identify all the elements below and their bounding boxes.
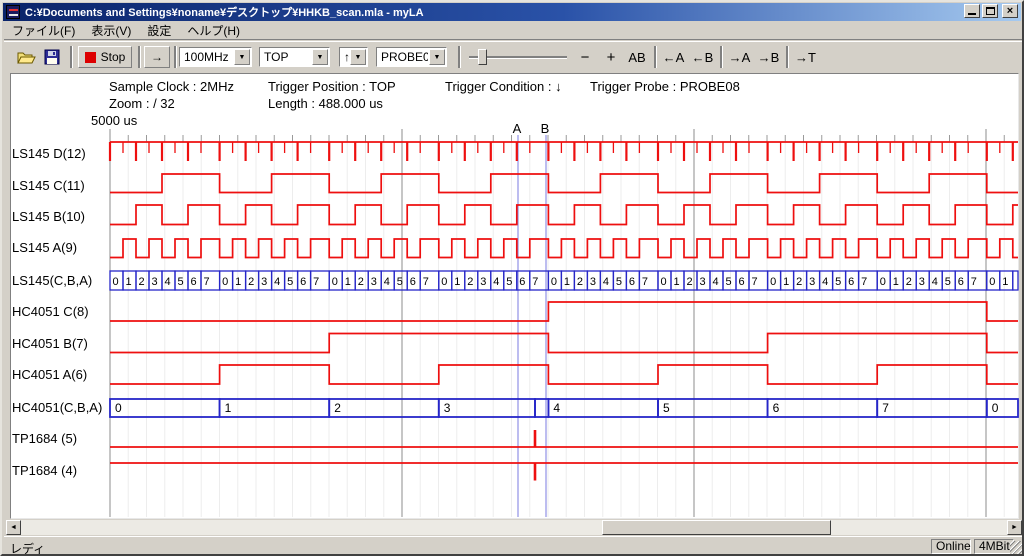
svg-text:4: 4	[932, 276, 938, 288]
horizontal-scrollbar[interactable]: ◄ ►	[6, 520, 1022, 535]
svg-text:6: 6	[773, 401, 780, 415]
svg-text:0: 0	[222, 276, 228, 288]
app-window: C:¥Documents and Settings¥noname¥デスクトップ¥…	[0, 0, 1024, 556]
svg-text:0: 0	[551, 276, 557, 288]
svg-text:1: 1	[564, 276, 570, 288]
svg-text:2: 2	[796, 276, 802, 288]
scroll-right-button[interactable]: ►	[1007, 520, 1022, 535]
svg-text:6: 6	[300, 276, 306, 288]
svg-text:7: 7	[204, 276, 210, 288]
svg-text:1: 1	[225, 401, 232, 415]
svg-text:4: 4	[384, 276, 390, 288]
scroll-left-icon: ◄	[10, 524, 17, 531]
svg-text:4: 4	[553, 401, 560, 415]
scroll-right-icon: ►	[1011, 524, 1018, 531]
svg-text:A: A	[513, 121, 522, 136]
resize-grip[interactable]	[1010, 541, 1023, 554]
svg-text:7: 7	[423, 276, 429, 288]
svg-text:6: 6	[848, 276, 854, 288]
svg-text:2: 2	[577, 276, 583, 288]
svg-text:0: 0	[441, 276, 447, 288]
svg-text:5: 5	[726, 276, 732, 288]
svg-text:2: 2	[467, 276, 473, 288]
status-bar: レディ Online 4MBit	[4, 536, 1024, 555]
svg-text:2: 2	[906, 276, 912, 288]
svg-text:5: 5	[945, 276, 951, 288]
svg-text:1: 1	[674, 276, 680, 288]
svg-text:6: 6	[958, 276, 964, 288]
waveform-plot[interactable]: AB01234567012345670123456701234567012345…	[2, 2, 1024, 556]
svg-text:2: 2	[139, 276, 145, 288]
svg-text:5: 5	[287, 276, 293, 288]
status-memory-indicator: 4MBit	[974, 539, 1014, 554]
svg-text:4: 4	[603, 276, 609, 288]
svg-text:5: 5	[835, 276, 841, 288]
svg-text:5: 5	[616, 276, 622, 288]
svg-text:3: 3	[444, 401, 451, 415]
svg-text:7: 7	[752, 276, 758, 288]
svg-text:0: 0	[880, 276, 886, 288]
svg-text:1: 1	[783, 276, 789, 288]
svg-text:B: B	[541, 121, 550, 136]
svg-text:0: 0	[661, 276, 667, 288]
svg-text:3: 3	[590, 276, 596, 288]
svg-text:1: 1	[345, 276, 351, 288]
svg-text:6: 6	[739, 276, 745, 288]
svg-text:5: 5	[506, 276, 512, 288]
svg-text:1: 1	[1002, 276, 1008, 288]
svg-text:7: 7	[642, 276, 648, 288]
svg-text:2: 2	[334, 401, 341, 415]
svg-text:5: 5	[663, 401, 670, 415]
svg-text:3: 3	[371, 276, 377, 288]
svg-text:7: 7	[971, 276, 977, 288]
svg-text:2: 2	[687, 276, 693, 288]
svg-text:0: 0	[992, 401, 999, 415]
scroll-left-button[interactable]: ◄	[6, 520, 21, 535]
svg-text:3: 3	[480, 276, 486, 288]
svg-text:0: 0	[113, 276, 119, 288]
svg-text:4: 4	[165, 276, 171, 288]
svg-text:0: 0	[989, 276, 995, 288]
svg-text:1: 1	[126, 276, 132, 288]
svg-text:0: 0	[115, 401, 122, 415]
svg-text:1: 1	[454, 276, 460, 288]
svg-text:7: 7	[313, 276, 319, 288]
svg-text:5: 5	[178, 276, 184, 288]
svg-text:7: 7	[861, 276, 867, 288]
svg-text:2: 2	[358, 276, 364, 288]
svg-text:3: 3	[700, 276, 706, 288]
svg-text:4: 4	[493, 276, 499, 288]
svg-text:0: 0	[770, 276, 776, 288]
svg-text:5: 5	[397, 276, 403, 288]
svg-text:7: 7	[882, 401, 889, 415]
svg-text:6: 6	[629, 276, 635, 288]
svg-text:6: 6	[410, 276, 416, 288]
svg-text:3: 3	[261, 276, 267, 288]
scrollbar-thumb[interactable]	[602, 520, 831, 535]
svg-text:3: 3	[919, 276, 925, 288]
svg-text:3: 3	[152, 276, 158, 288]
status-online-indicator: Online	[931, 539, 971, 554]
svg-text:6: 6	[191, 276, 197, 288]
status-ready-text: レディ	[10, 540, 45, 556]
svg-text:4: 4	[274, 276, 280, 288]
svg-text:2: 2	[248, 276, 254, 288]
svg-text:6: 6	[519, 276, 525, 288]
svg-text:7: 7	[532, 276, 538, 288]
svg-text:0: 0	[332, 276, 338, 288]
svg-text:1: 1	[235, 276, 241, 288]
svg-text:4: 4	[822, 276, 828, 288]
svg-text:3: 3	[809, 276, 815, 288]
svg-text:1: 1	[893, 276, 899, 288]
svg-text:4: 4	[713, 276, 719, 288]
